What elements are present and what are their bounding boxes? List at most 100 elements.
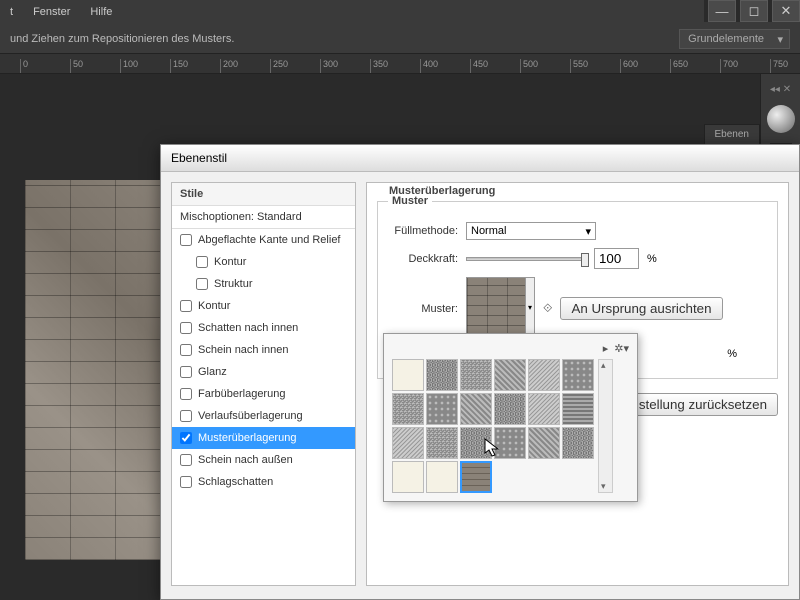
blend-options[interactable]: Mischoptionen: Standard: [172, 206, 355, 229]
preset-dropdown[interactable]: Grundelemente: [679, 29, 790, 49]
pattern-swatch[interactable]: [426, 427, 458, 459]
opacity-unit: %: [647, 253, 657, 265]
ruler-mark: 250: [270, 59, 320, 73]
ruler-mark: 400: [420, 59, 470, 73]
style-checkbox[interactable]: [180, 366, 192, 378]
opacity-label: Deckkraft:: [388, 253, 458, 265]
pattern-dropdown-arrow[interactable]: ▾: [525, 277, 535, 337]
style-label: Musterüberlagerung: [198, 432, 296, 444]
opacity-slider[interactable]: [466, 257, 586, 261]
link-icon[interactable]: ⟐: [543, 301, 552, 316]
horizontal-ruler: 0501001502002503003504004505005506006507…: [0, 54, 800, 74]
pattern-picker-popup: ▸ ✲▾: [383, 333, 638, 502]
pattern-swatch[interactable]: [392, 461, 424, 493]
style-item[interactable]: Schein nach innen: [172, 339, 355, 361]
pattern-swatch[interactable]: [562, 359, 594, 391]
style-item[interactable]: Kontur: [172, 251, 355, 273]
style-label: Glanz: [198, 366, 227, 378]
pattern-swatch[interactable]: [426, 393, 458, 425]
style-label: Schatten nach innen: [198, 322, 298, 334]
blend-mode-label: Füllmethode:: [388, 225, 458, 237]
menu-item-window[interactable]: Fenster: [33, 6, 70, 18]
ruler-mark: 500: [520, 59, 570, 73]
style-label: Kontur: [214, 256, 246, 268]
style-item[interactable]: Kontur: [172, 295, 355, 317]
style-checkbox[interactable]: [180, 476, 192, 488]
style-label: Schlagschatten: [198, 476, 273, 488]
scale-unit: %: [727, 348, 737, 360]
pattern-fill-preview: [25, 180, 175, 560]
style-label: Struktur: [214, 278, 253, 290]
ruler-mark: 50: [70, 59, 120, 73]
ruler-mark: 200: [220, 59, 270, 73]
ruler-mark: 750: [770, 59, 800, 73]
blend-mode-select[interactable]: Normal: [466, 222, 596, 240]
pattern-swatch[interactable]: [494, 359, 526, 391]
layers-panel-tab[interactable]: Ebenen: [704, 124, 760, 145]
pattern-swatch[interactable]: [528, 393, 560, 425]
ruler-mark: 300: [320, 59, 370, 73]
style-checkbox[interactable]: [180, 322, 192, 334]
style-item[interactable]: Glanz: [172, 361, 355, 383]
pattern-swatch[interactable]: [528, 359, 560, 391]
style-item[interactable]: Schatten nach innen: [172, 317, 355, 339]
style-item[interactable]: Verlaufsüberlagerung: [172, 405, 355, 427]
ruler-mark: 600: [620, 59, 670, 73]
pattern-swatch[interactable]: [460, 461, 492, 493]
style-checkbox[interactable]: [180, 432, 192, 444]
opacity-input[interactable]: [594, 248, 639, 269]
style-item[interactable]: Abgeflachte Kante und Relief: [172, 229, 355, 251]
style-checkbox[interactable]: [180, 300, 192, 312]
close-button[interactable]: ✕: [772, 0, 800, 22]
ruler-mark: 100: [120, 59, 170, 73]
picker-gear-icon[interactable]: ✲▾: [614, 342, 629, 355]
ruler-mark: 0: [20, 59, 70, 73]
pattern-label: Muster:: [388, 303, 458, 315]
pattern-swatch[interactable]: [392, 393, 424, 425]
style-checkbox[interactable]: [180, 234, 192, 246]
style-item[interactable]: Schein nach außen: [172, 449, 355, 471]
panel-collapse-icon[interactable]: ◂◂ ✕: [761, 84, 800, 95]
maximize-button[interactable]: ◻: [740, 0, 768, 22]
style-label: Schein nach innen: [198, 344, 289, 356]
style-item[interactable]: Struktur: [172, 273, 355, 295]
style-checkbox[interactable]: [196, 256, 208, 268]
style-item[interactable]: Farbüberlagerung: [172, 383, 355, 405]
style-checkbox[interactable]: [180, 410, 192, 422]
canvas[interactable]: [25, 180, 175, 560]
snap-origin-button[interactable]: An Ursprung ausrichten: [560, 297, 722, 320]
styles-header: Stile: [172, 183, 355, 206]
minimize-button[interactable]: —: [708, 0, 736, 22]
pattern-swatch[interactable]: [528, 427, 560, 459]
style-item[interactable]: Schlagschatten: [172, 471, 355, 493]
style-checkbox[interactable]: [180, 344, 192, 356]
pattern-swatch[interactable]: [392, 359, 424, 391]
pattern-swatch[interactable]: [426, 461, 458, 493]
menu-item[interactable]: t: [10, 6, 13, 18]
picker-scrollbar[interactable]: [598, 359, 613, 493]
pattern-swatch[interactable]: [562, 393, 594, 425]
style-checkbox[interactable]: [196, 278, 208, 290]
style-checkbox[interactable]: [180, 388, 192, 400]
pattern-swatch[interactable]: [494, 427, 526, 459]
style-checkbox[interactable]: [180, 454, 192, 466]
styles-list: Stile Mischoptionen: Standard Abgeflacht…: [171, 182, 356, 586]
style-label: Farbüberlagerung: [198, 388, 285, 400]
3d-sphere-icon[interactable]: [767, 105, 795, 133]
ruler-mark: 650: [670, 59, 720, 73]
style-item[interactable]: Musterüberlagerung: [172, 427, 355, 449]
menu-item-help[interactable]: Hilfe: [90, 6, 112, 18]
pattern-swatch[interactable]: [460, 393, 492, 425]
section-heading: Muster: [388, 195, 432, 207]
pattern-swatch[interactable]: [392, 427, 424, 459]
pattern-swatch[interactable]: [460, 427, 492, 459]
pattern-swatch[interactable]: [494, 393, 526, 425]
picker-play-icon[interactable]: ▸: [603, 342, 609, 355]
pattern-preview[interactable]: [466, 277, 526, 337]
swatch-grid: [392, 359, 594, 493]
ruler-mark: 150: [170, 59, 220, 73]
pattern-swatch[interactable]: [426, 359, 458, 391]
pattern-swatch[interactable]: [460, 359, 492, 391]
pattern-swatch[interactable]: [562, 427, 594, 459]
toolbar-hint: und Ziehen zum Repositionieren des Muste…: [10, 33, 234, 45]
